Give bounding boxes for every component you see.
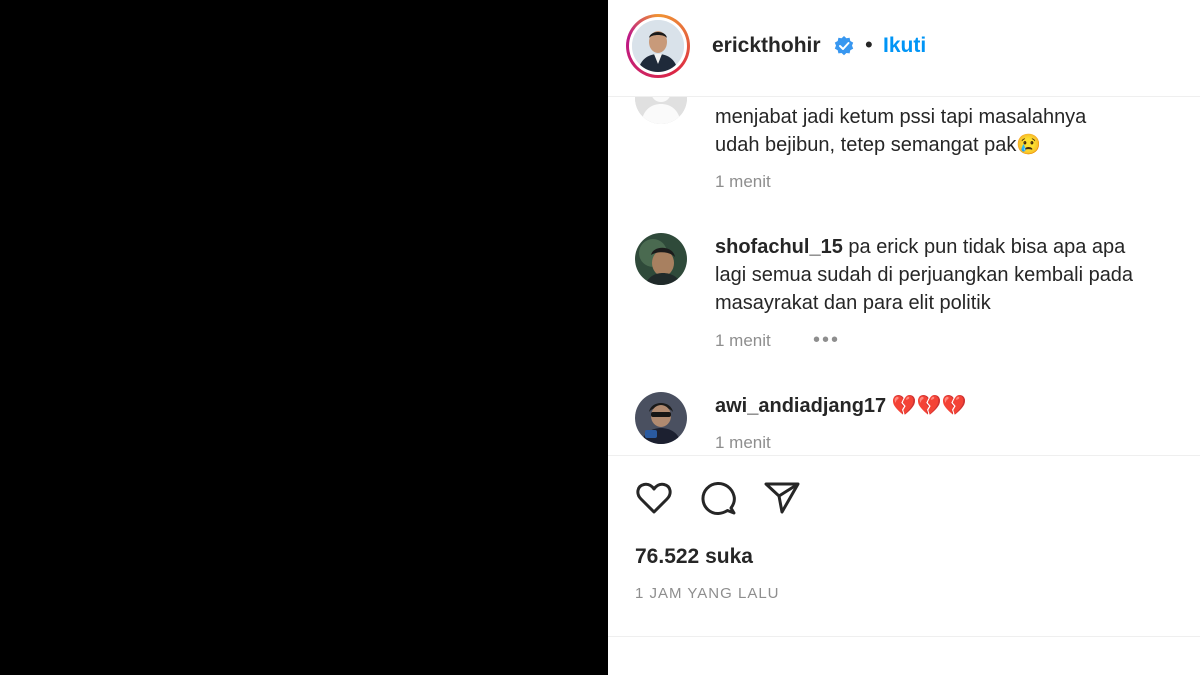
commenter-avatar[interactable] [635,233,687,285]
divider [608,455,1200,456]
post-header: erickthohir • Ikuti [608,0,1200,97]
commenter-avatar[interactable] [635,392,687,444]
owner-avatar[interactable] [626,14,690,78]
comments-panel: erickthohir • Ikuti menjabat jadi ketum … [608,0,1200,675]
comment-text: menjabat jadi ketum pssi tapi masalahnya… [715,106,1087,156]
divider [608,636,1200,637]
comment-time[interactable]: 1 menit [715,433,771,451]
comment-username[interactable]: awi_andiadjang17 [715,395,886,417]
heart-icon[interactable] [634,478,674,518]
verified-badge-icon [834,36,854,56]
comment-icon[interactable] [698,478,738,518]
post-media-area[interactable] [0,0,608,675]
follow-button[interactable]: Ikuti [883,34,926,58]
comment-time[interactable]: 1 menit [715,331,771,351]
likes-count[interactable]: 76.522 suka [635,545,753,569]
comment-text: shofachul_15 pa erick pun tidak bisa apa… [715,236,1134,314]
comment-options-button[interactable]: ••• [813,329,840,352]
send-icon[interactable] [762,478,802,518]
comment-username[interactable]: shofachul_15 [715,236,843,258]
comment-text: awi_andiadjang17 💔💔💔 [715,395,967,417]
owner-username[interactable]: erickthohir [712,34,821,58]
post-timestamp[interactable]: 1 JAM YANG LALU [635,585,780,602]
separator-dot: • [865,32,873,57]
comment-time[interactable]: 1 menit [715,172,771,192]
